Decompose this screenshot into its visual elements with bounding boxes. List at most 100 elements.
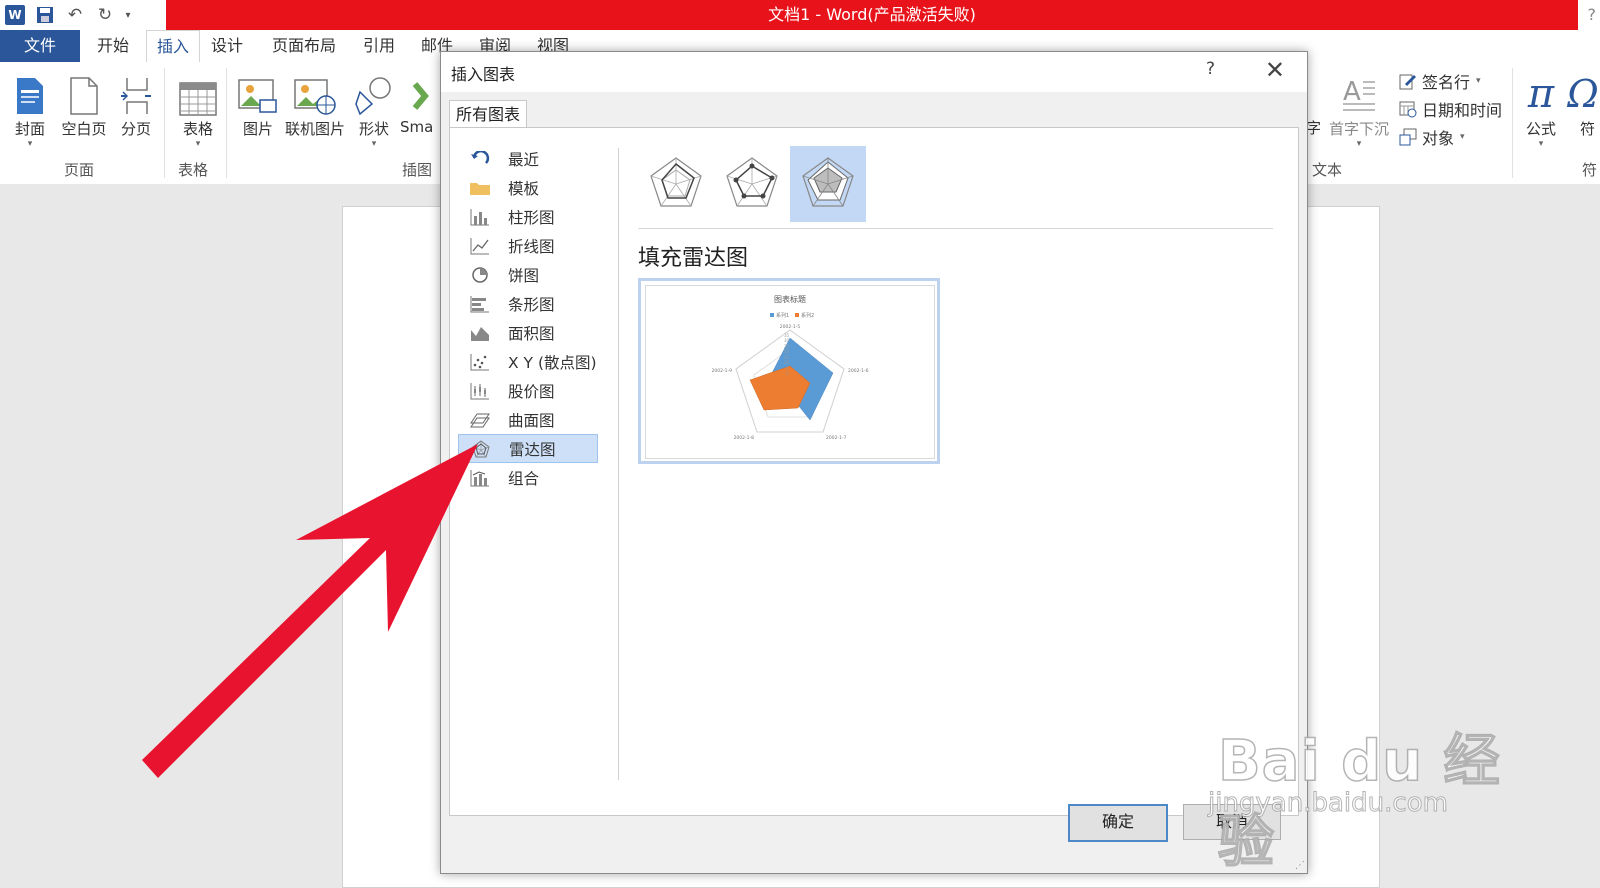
help-icon[interactable]: ?	[1588, 0, 1597, 30]
save-icon[interactable]	[30, 0, 60, 30]
omega-icon: Ω	[1567, 72, 1599, 116]
equation-button[interactable]: π 公式 ▾	[1516, 68, 1566, 149]
tab-all-charts[interactable]: 所有图表	[449, 100, 528, 129]
table-icon	[170, 68, 226, 116]
drop-cap-button[interactable]: A 首字下沉 ▾	[1324, 68, 1394, 149]
category-area[interactable]: 面积图	[458, 318, 598, 347]
area-chart-icon	[468, 323, 492, 343]
radar-axis-label-3: 2002-1-7	[826, 435, 847, 441]
preview-chart-title: 图表标题	[774, 294, 806, 304]
chevron-down-icon: ▾	[371, 139, 377, 149]
smartart-button[interactable]: Sma	[400, 68, 440, 136]
page-break-button[interactable]: 分页	[108, 68, 164, 139]
dialog-title: 插入图表	[451, 65, 516, 84]
page-break-icon	[108, 68, 164, 116]
redo-icon[interactable]: ↻	[90, 0, 120, 30]
blank-page-button[interactable]: 空白页	[54, 68, 114, 139]
chart-preview[interactable]: 图表标题 系列1 系列2 2002-1-5 2002-1-6 2002-1-7 …	[638, 278, 940, 464]
combo-chart-icon	[468, 468, 492, 488]
chevron-down-icon: ▾	[1538, 139, 1544, 149]
window-title: 文档1 - Word(产品激活失败)	[166, 0, 1578, 30]
signature-line-button[interactable]: 签名行 ▾	[1398, 68, 1481, 94]
date-time-button[interactable]: 日期和时间	[1398, 96, 1502, 122]
insert-chart-dialog: 插入图表 ? ✕ 所有图表 最近 模板 柱形图 折线图 饼图 条形图 面积图 X…	[440, 51, 1308, 874]
blank-page-icon	[54, 68, 114, 116]
help-icon[interactable]: ?	[1206, 59, 1215, 79]
subtype-radar[interactable]	[638, 146, 714, 222]
legend-label-series-2: 系列2	[801, 312, 814, 319]
svg-text:A: A	[1343, 77, 1361, 107]
category-combo[interactable]: 组合	[458, 463, 598, 492]
close-icon[interactable]: ✕	[1265, 56, 1285, 84]
subtype-filled-radar[interactable]	[790, 146, 866, 222]
chevron-down-icon: ▾	[1460, 132, 1465, 142]
dialog-title-bar: 插入图表 ? ✕	[441, 52, 1307, 92]
category-pie[interactable]: 饼图	[458, 260, 598, 289]
radar-scale-tick: 10	[784, 360, 790, 365]
category-line[interactable]: 折线图	[458, 231, 598, 260]
subtype-title: 填充雷达图	[638, 246, 749, 271]
radar-axis-label-2: 2002-1-6	[848, 368, 869, 374]
tab-file[interactable]: 文件	[0, 30, 80, 62]
group-separator	[1512, 68, 1513, 178]
chart-subtype-list	[638, 146, 866, 222]
surface-chart-icon	[468, 410, 492, 430]
group-separator	[226, 68, 227, 178]
tab-references[interactable]: 引用	[354, 30, 404, 62]
radar-chart-icon	[469, 439, 493, 459]
pi-icon: π	[1527, 71, 1555, 117]
tab-design[interactable]: 设计	[202, 30, 252, 62]
scatter-chart-icon	[468, 352, 492, 372]
radar-subtype-icon	[650, 157, 702, 207]
title-bar: W ↶ ↻ ▾ 文档1 - Word(产品激活失败) ?	[0, 0, 1600, 30]
category-recent[interactable]: 最近	[458, 144, 598, 173]
smartart-icon	[400, 68, 440, 116]
tab-home[interactable]: 开始	[84, 30, 142, 62]
tab-layout[interactable]: 页面布局	[262, 30, 346, 62]
chart-preview-frame: 图表标题 系列1 系列2 2002-1-5 2002-1-6 2002-1-7 …	[645, 285, 935, 459]
shapes-button[interactable]: 形状 ▾	[346, 68, 402, 149]
customize-qat-icon[interactable]: ▾	[120, 0, 136, 30]
watermark-url: jingyan.baidu.com	[1208, 788, 1449, 819]
line-chart-icon	[468, 236, 492, 256]
cover-page-icon	[2, 68, 58, 116]
online-pictures-button[interactable]: 联机图片	[282, 68, 348, 139]
group-label-symbols: 符	[1582, 161, 1598, 179]
pictures-button[interactable]: 图片	[230, 68, 286, 139]
chevron-down-icon: ▾	[195, 139, 201, 149]
chevron-down-icon: ▾	[27, 139, 33, 149]
category-bar[interactable]: 条形图	[458, 289, 598, 318]
subtype-radar-with-markers[interactable]	[714, 146, 790, 222]
calendar-icon	[1398, 99, 1418, 119]
radar-axis-label-5: 2002-1-9	[712, 368, 733, 374]
undo-icon[interactable]: ↶	[60, 0, 90, 30]
text-group-partial-item: 字	[1306, 118, 1322, 137]
recent-icon	[468, 149, 492, 169]
tab-insert[interactable]: 插入	[146, 30, 200, 63]
cover-page-button[interactable]: 封面 ▾	[2, 68, 58, 149]
category-radar[interactable]: 雷达图	[458, 434, 598, 463]
radar-scale-tick: 20	[784, 349, 790, 354]
word-app-icon[interactable]: W	[0, 0, 30, 30]
category-stock[interactable]: 股价图	[458, 376, 598, 405]
category-surface[interactable]: 曲面图	[458, 405, 598, 434]
column-chart-icon	[468, 207, 492, 227]
filled-radar-subtype-icon	[802, 157, 854, 207]
legend-swatch-series-2	[795, 313, 799, 317]
table-button[interactable]: 表格 ▾	[170, 68, 226, 149]
chart-category-list: 最近 模板 柱形图 折线图 饼图 条形图 面积图 X Y (散点图) 股价图 曲…	[458, 144, 598, 492]
divider	[618, 148, 619, 780]
object-button[interactable]: 对象 ▾	[1398, 124, 1465, 150]
group-label-tables: 表格	[178, 161, 209, 179]
bar-chart-icon	[468, 294, 492, 314]
signature-icon	[1398, 71, 1418, 91]
ok-button[interactable]: 确定	[1068, 804, 1168, 842]
symbol-button[interactable]: Ω 符	[1566, 68, 1600, 139]
category-templates[interactable]: 模板	[458, 173, 598, 202]
category-scatter[interactable]: X Y (散点图)	[458, 347, 598, 376]
radar-axis-label-4: 2002-1-8	[734, 435, 755, 441]
chart-panel: 最近 模板 柱形图 折线图 饼图 条形图 面积图 X Y (散点图) 股价图 曲…	[449, 127, 1299, 816]
folder-icon	[468, 178, 492, 198]
legend-swatch-series-1	[770, 313, 774, 317]
category-column[interactable]: 柱形图	[458, 202, 598, 231]
